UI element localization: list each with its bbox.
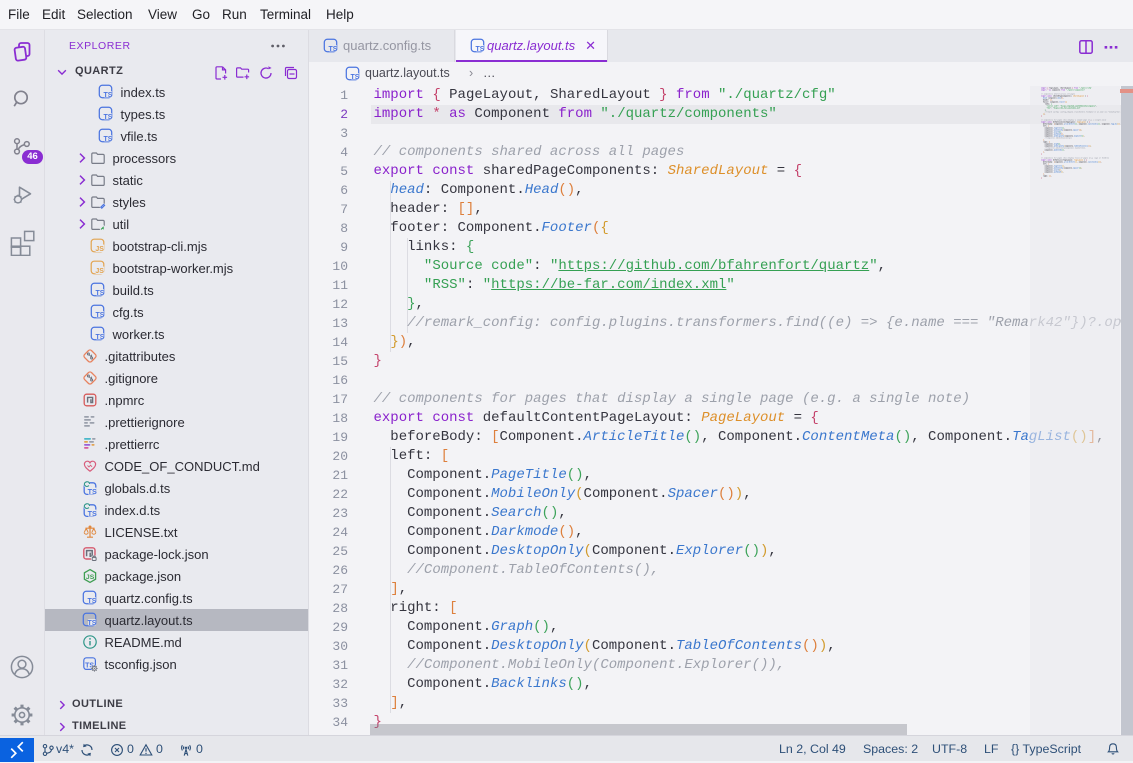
svg-text:JS: JS — [86, 574, 95, 581]
svg-text:TS: TS — [329, 46, 338, 53]
svg-text:TS: TS — [88, 598, 97, 605]
svg-text:TS: TS — [351, 74, 360, 81]
svg-text:TS: TS — [104, 92, 113, 99]
svg-text:TS: TS — [104, 114, 113, 121]
svg-text:TS: TS — [88, 509, 97, 518]
svg-text:JS: JS — [95, 246, 104, 253]
svg-text:TS: TS — [104, 136, 113, 143]
svg-text:TS: TS — [96, 334, 105, 341]
svg-text:TS: TS — [476, 46, 485, 53]
svg-text:JS: JS — [95, 268, 104, 275]
svg-text:TS: TS — [88, 487, 97, 496]
svg-text:TS: TS — [88, 620, 97, 627]
svg-text:TS: TS — [96, 290, 105, 297]
svg-text:TS: TS — [96, 312, 105, 319]
